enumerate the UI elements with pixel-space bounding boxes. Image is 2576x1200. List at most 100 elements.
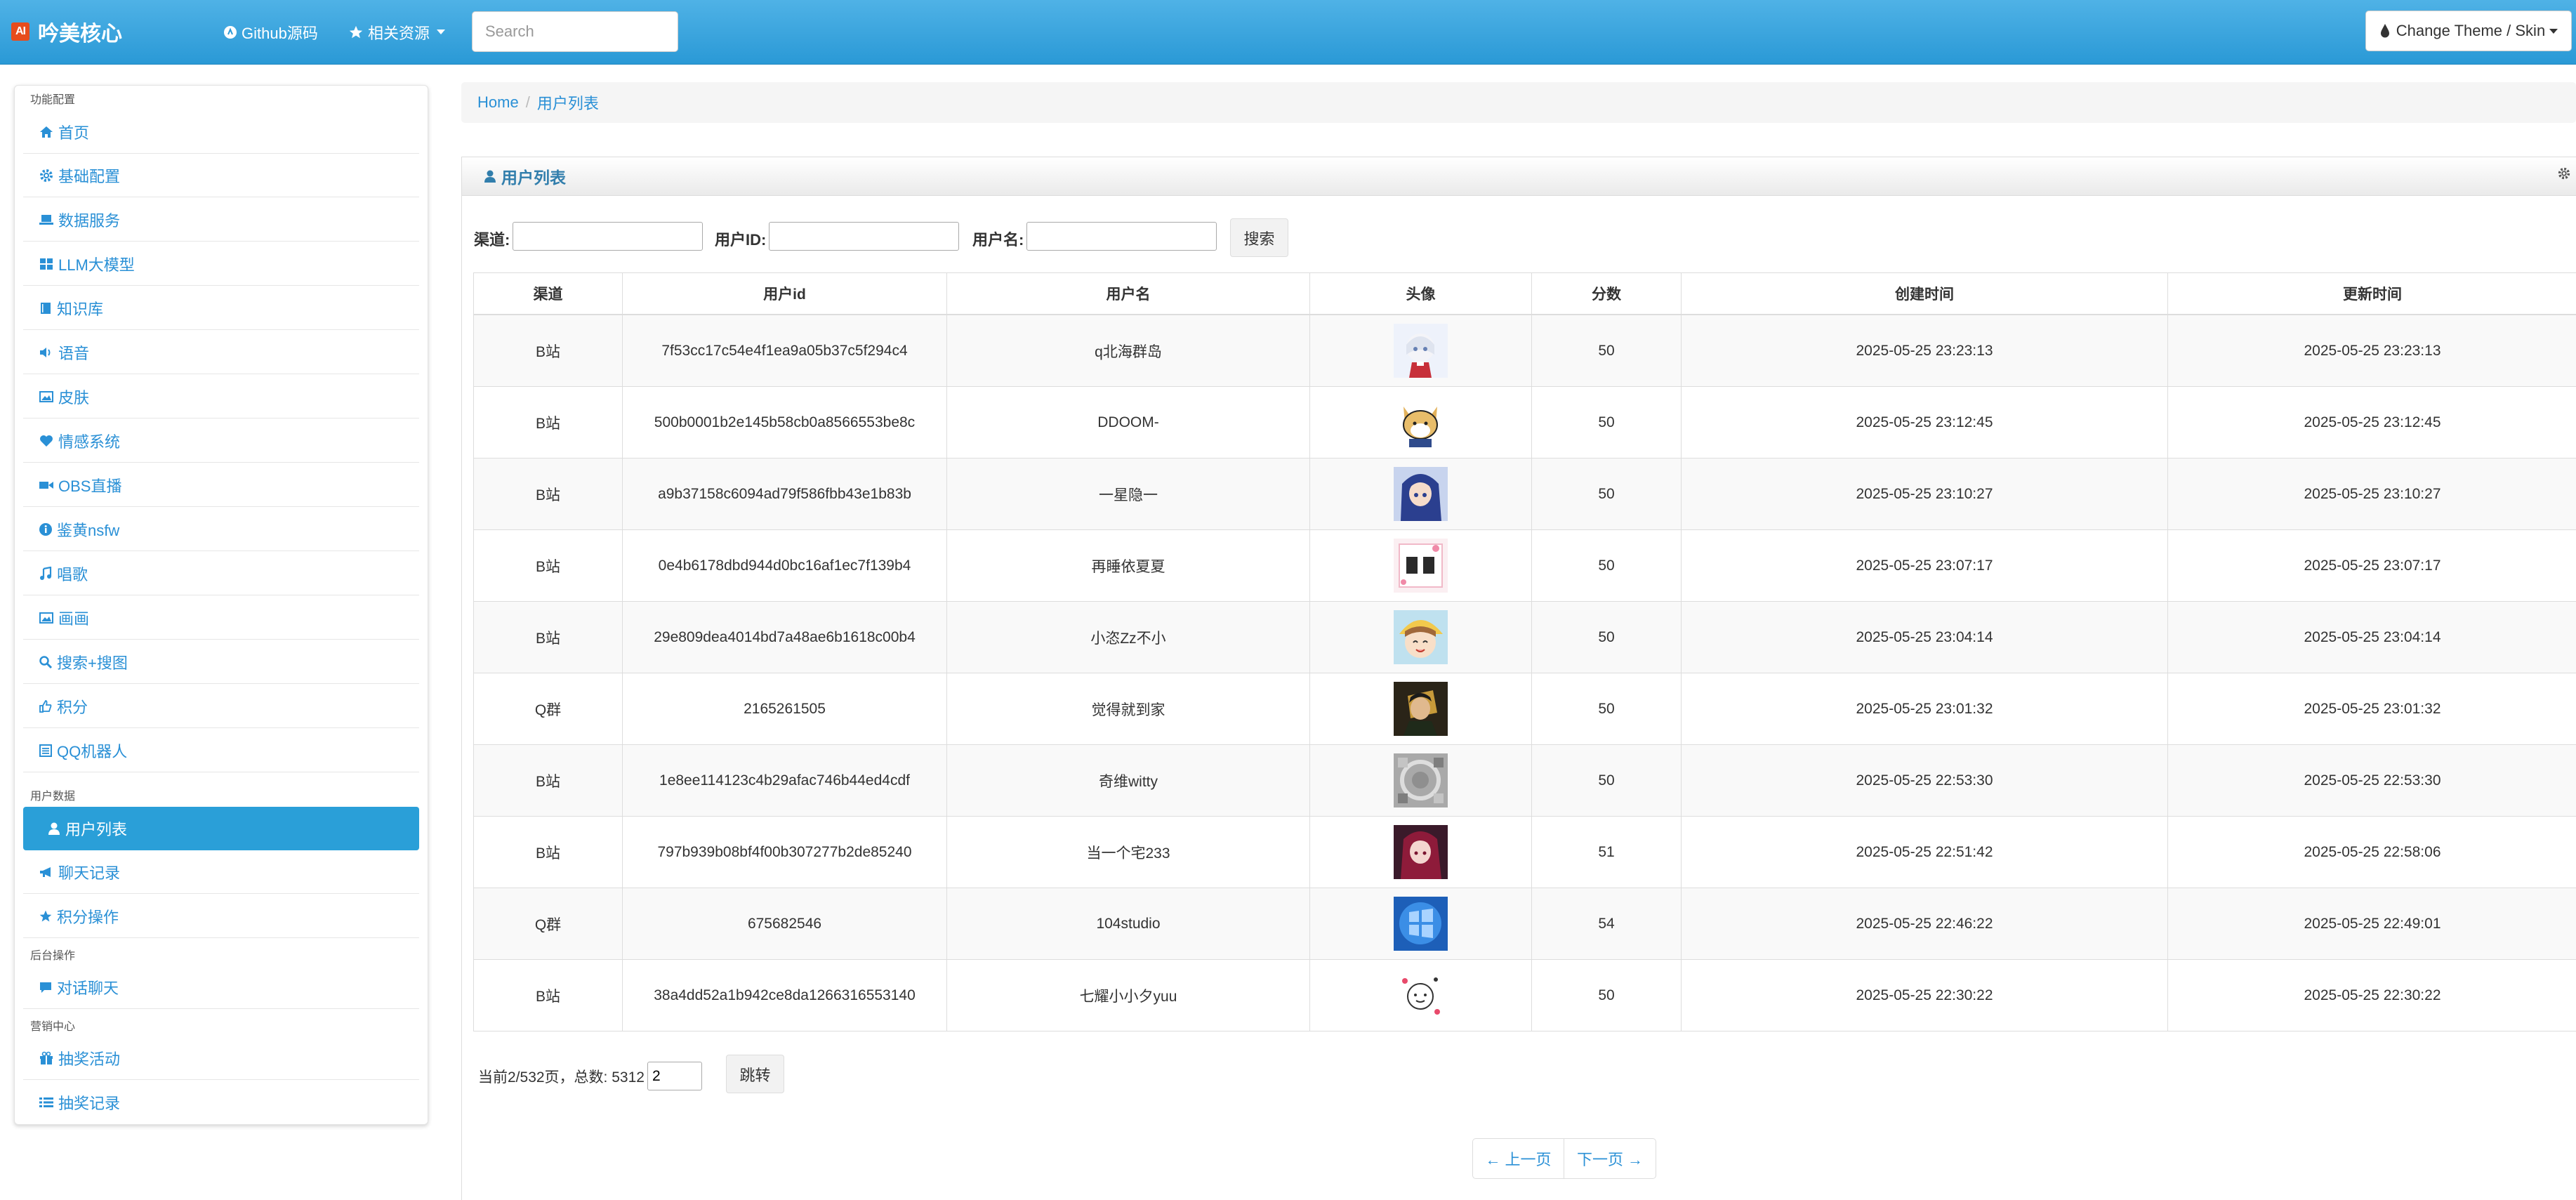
table-row[interactable]: Q群 2165261505 觉得就到家 50 2025-05-25 23:01:… [473,673,2576,745]
column-header-avatar[interactable]: 头像 [1309,272,1532,315]
pagination-summary: 当前2/532页，总数: 5312 [478,1069,645,1086]
column-header-userid[interactable]: 用户id [622,272,947,315]
sidebar-item-dialog-chat[interactable]: 对话聊天 [23,965,419,1009]
table-row[interactable]: B站 1e8ee114123c4b29afac746b44ed4cdf 奇维wi… [473,744,2576,817]
pager: ← 上一页 下一页 → [1472,1138,1656,1179]
column-header-created[interactable]: 创建时间 [1681,272,2168,315]
sidebar-item-label: QQ机器人 [57,742,128,760]
list-icon [39,1097,53,1107]
breadcrumb-current[interactable]: 用户列表 [537,91,599,114]
sidebar-item-label: 语音 [58,344,90,362]
table-row[interactable]: B站 7f53cc17c54e4f1ea9a05b37c5f294c4 q北海群… [473,314,2576,387]
avatar-shiba-dog[interactable] [1394,395,1448,449]
table-row[interactable]: B站 38a4dd52a1b942ce8da1266316553140 七耀小小… [473,959,2576,1031]
cell-channel: B站 [473,458,623,530]
sidebar-item-label: 抽奖记录 [58,1095,121,1112]
comment-icon [40,982,51,993]
cell-avatar [1309,816,1532,888]
column-header-channel[interactable]: 渠道 [473,272,623,315]
avatar-doodle[interactable] [1394,968,1448,1022]
sidebar-item-label: OBS直播 [58,477,122,495]
username-filter-input[interactable] [1026,222,1217,251]
sidebar-item-voice[interactable]: 语音 [23,331,419,374]
cell-score: 54 [1531,888,1682,960]
column-header-username[interactable]: 用户名 [946,272,1310,315]
sidebar-item-label: 积分操作 [57,908,119,926]
avatar-pink-text[interactable] [1394,539,1448,593]
cell-avatar [1309,888,1532,960]
column-header-updated[interactable]: 更新时间 [2167,272,2576,315]
cell-avatar [1309,386,1532,459]
table-row[interactable]: B站 a9b37158c6094ad79f586fbb43e1b83b 一星隐一… [473,458,2576,530]
sidebar-item-draw[interactable]: 画画 [23,596,419,640]
sidebar-item-nsfw[interactable]: 鉴黄nsfw [23,508,419,551]
star-icon [349,25,363,38]
sidebar-item-skin[interactable]: 皮肤 [23,375,419,418]
github-link[interactable]: Github源码 [223,0,318,64]
sidebar-item-knowledge-base[interactable]: 知识库 [23,286,419,330]
sidebar-item-home[interactable]: 首页 [23,110,419,154]
cell-updated: 2025-05-25 22:49:01 [2167,888,2576,960]
cell-created: 2025-05-25 23:10:27 [1681,458,2168,530]
sidebar-item-sing[interactable]: 唱歌 [23,552,419,595]
sidebar-item-emotion[interactable]: 情感系统 [23,419,419,463]
page-number-input[interactable] [647,1062,702,1090]
breadcrumb-separator: / [525,93,530,111]
avatar-dark-character[interactable] [1394,682,1448,736]
table-row[interactable]: B站 0e4b6178dbd944d0bc16af1ec7f139b4 再睡依夏… [473,529,2576,602]
avatar-smiling-girl[interactable] [1394,610,1448,664]
sidebar-item-points-operation[interactable]: 积分操作 [23,895,419,938]
cell-avatar [1309,314,1532,387]
sidebar-item-label: 对话聊天 [57,979,119,997]
sidebar-item-lottery-records[interactable]: 抽奖记录 [23,1081,419,1124]
breadcrumb: Home / 用户列表 [461,82,2576,123]
resources-dropdown[interactable]: 相关资源 [348,0,446,64]
sidebar-item-obs[interactable]: OBS直播 [23,463,419,507]
avatar-red-hair-girl[interactable] [1394,825,1448,879]
sidebar-item-qq-bot[interactable]: QQ机器人 [23,729,419,772]
table-row[interactable]: B站 29e809dea4014bd7a48ae6b1618c00b4 小恣Zz… [473,601,2576,673]
sidebar-item-lottery[interactable]: 抽奖活动 [23,1036,419,1080]
sidebar-item-label: 知识库 [57,300,104,318]
search-input[interactable] [472,11,678,52]
jump-button[interactable]: 跳转 [726,1055,784,1093]
sidebar-item-llm[interactable]: LLM大模型 [23,242,419,286]
sidebar-item-chat-history[interactable]: 聊天记录 [23,850,419,894]
user-icon [484,170,496,183]
previous-page-button[interactable]: ← 上一页 [1472,1138,1564,1179]
table-row[interactable]: B站 500b0001b2e145b58cb0a8566553be8c DDOO… [473,386,2576,459]
cell-created: 2025-05-25 23:07:17 [1681,529,2168,602]
next-page-button[interactable]: 下一页 → [1564,1138,1656,1179]
avatar-blue-hair-girl[interactable] [1394,467,1448,521]
userid-filter-input[interactable] [769,222,959,251]
column-header-score[interactable]: 分数 [1531,272,1682,315]
cell-channel: B站 [473,744,623,817]
change-theme-button[interactable]: Change Theme / Skin [2365,11,2572,51]
picture-icon [39,390,53,402]
gear-icon[interactable] [2557,166,2571,180]
table-row[interactable]: B站 797b939b08bf4f00b307277b2de85240 当一个宅… [473,816,2576,888]
sidebar-item-data-service[interactable]: 数据服务 [23,198,419,242]
cell-avatar [1309,673,1532,745]
cell-username: 当一个宅233 [946,816,1310,888]
avatar-white-hair-girl[interactable] [1394,324,1448,378]
channel-filter-input[interactable] [513,222,703,251]
sidebar-item-label: 搜索+搜图 [57,654,128,672]
search-button[interactable]: 搜索 [1230,218,1288,257]
cell-userid: a9b37158c6094ad79f586fbb43e1b83b [622,458,947,530]
sidebar-item-user-list[interactable]: 用户列表 [23,807,419,850]
sidebar-item-basic-config[interactable]: 基础配置 [23,154,419,197]
sidebar-item-points[interactable]: 积分 [23,685,419,728]
cell-updated: 2025-05-25 22:58:06 [2167,816,2576,888]
picture-icon [39,612,53,624]
cell-created: 2025-05-25 22:30:22 [1681,959,2168,1031]
breadcrumb-home-link[interactable]: Home [477,93,519,112]
cell-created: 2025-05-25 22:53:30 [1681,744,2168,817]
sidebar-item-search[interactable]: 搜索+搜图 [23,640,419,684]
user-list-panel: 用户列表 渠道: 用户ID: 用户名: 搜索 渠道 用户id 用户名 头像 分数… [461,157,2576,1200]
cell-username: 104studio [946,888,1310,960]
avatar-blue-windows[interactable] [1394,897,1448,951]
avatar-gray-pattern[interactable] [1394,753,1448,807]
brand-link[interactable]: AI 吟美核心 [11,15,122,48]
table-row[interactable]: Q群 675682546 104studio 54 2025-05-25 22:… [473,888,2576,960]
